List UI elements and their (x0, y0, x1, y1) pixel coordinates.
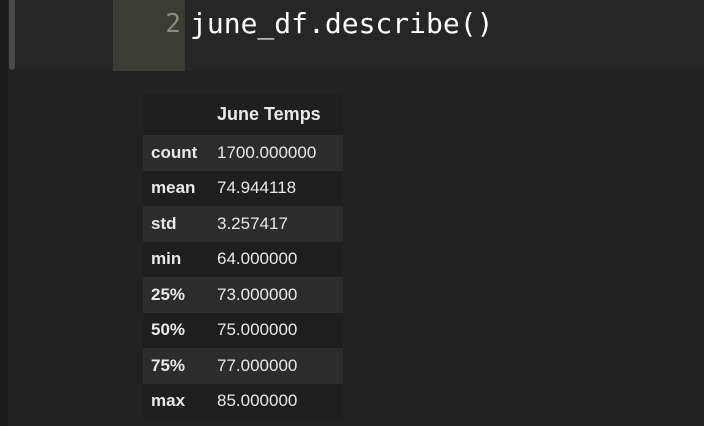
row-value: 77.000000 (217, 355, 298, 375)
row-index: min (151, 249, 182, 269)
table-row: max 85.000000 (143, 383, 343, 419)
table-row: std 3.257417 (143, 206, 343, 242)
row-value: 74.944118 (217, 178, 297, 198)
left-rail (0, 0, 8, 426)
table-row: 25% 73.000000 (143, 277, 343, 313)
cell-output-area (16, 71, 704, 426)
line-gutter: 2 (113, 0, 185, 71)
notebook-view: 2 june_df.describe() June Temps count 17… (0, 0, 704, 426)
row-index: 75% (151, 355, 186, 375)
row-index: 25% (151, 284, 186, 304)
row-index: std (151, 213, 177, 233)
row-index: max (151, 391, 186, 411)
table-row: min 64.000000 (143, 241, 343, 277)
table-row: count 1700.000000 (143, 135, 343, 171)
row-value: 64.000000 (217, 249, 298, 269)
row-value: 85.000000 (217, 391, 298, 411)
row-index: count (151, 142, 198, 162)
code-line[interactable]: june_df.describe() (190, 6, 493, 42)
row-value: 1700.000000 (217, 142, 317, 162)
table-row: mean 74.944118 (143, 170, 343, 206)
table-row: 75% 77.000000 (143, 348, 343, 384)
row-value: 73.000000 (217, 284, 298, 304)
row-index: mean (151, 178, 196, 198)
table-header-row: June Temps (143, 94, 343, 135)
row-value: 75.000000 (217, 320, 298, 340)
row-index: 50% (151, 320, 186, 340)
dataframe-output: June Temps count 1700.000000 mean 74.944… (143, 94, 343, 419)
line-number: 2 (165, 9, 181, 39)
row-value: 3.257417 (217, 213, 288, 233)
scrollbar-thumb[interactable] (9, 0, 15, 70)
table-row: 50% 75.000000 (143, 312, 343, 348)
column-header: June Temps (209, 94, 343, 135)
index-header (143, 94, 209, 135)
